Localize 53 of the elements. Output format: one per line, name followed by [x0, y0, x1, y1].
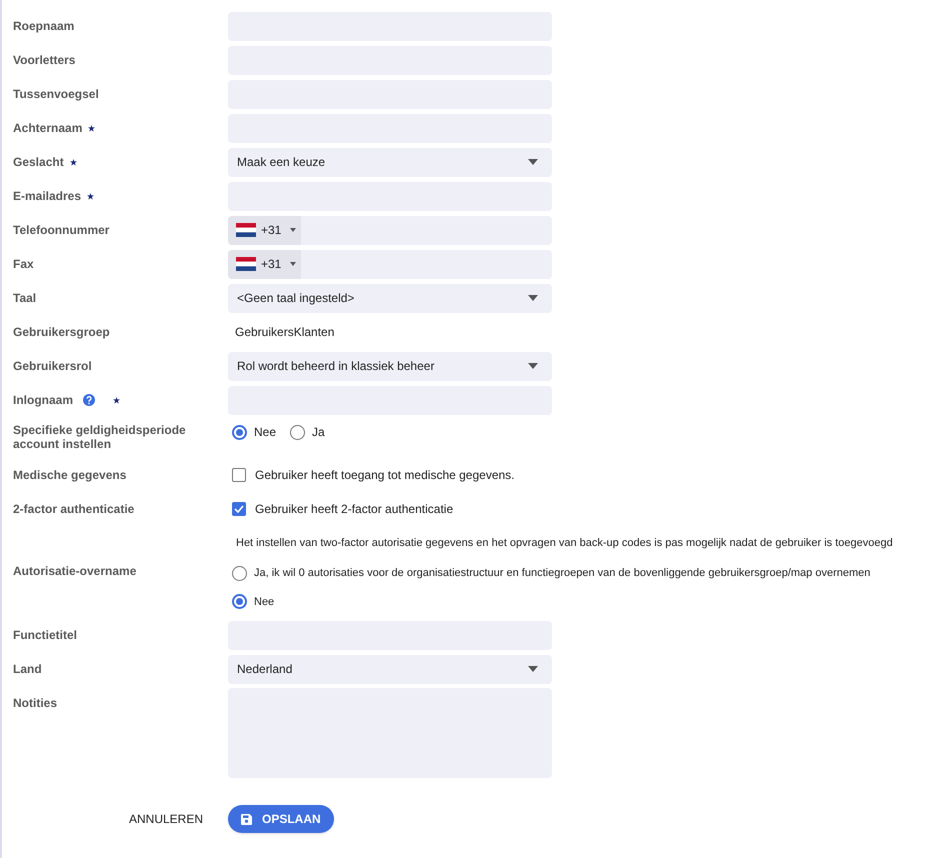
- radio-label: Nee: [254, 594, 274, 610]
- phone-field[interactable]: +31: [228, 216, 552, 244]
- caret-icon: [290, 228, 296, 232]
- field-label: Medische gegevens: [13, 468, 126, 482]
- save-button[interactable]: OPSLAAN: [228, 805, 334, 833]
- caret-icon: [528, 666, 538, 672]
- field-label: Voorletters: [13, 53, 76, 67]
- save-icon: [241, 814, 252, 824]
- help-icon[interactable]: [83, 394, 96, 406]
- field-label: Gebruikersrol: [13, 359, 92, 373]
- checkbox-label: Gebruiker heeft 2-factor authenticatie: [255, 501, 454, 518]
- field-label: Notities: [13, 696, 58, 710]
- select-field[interactable]: Maak een keuze: [228, 148, 552, 176]
- checkbox-label: Gebruiker heeft toegang tot medische gegevens.: [255, 467, 514, 484]
- select-field[interactable]: Nederland: [228, 654, 552, 684]
- checkbox[interactable]: [232, 502, 246, 516]
- field-label: Specifieke geldigheidsperiode account instellen: [13, 423, 187, 451]
- field-value: GebruikersKlanten: [234, 325, 334, 339]
- field-label: 2-factor authenticatie: [13, 502, 134, 516]
- field-label: Achternaam: [13, 121, 82, 135]
- field-label: E-mailadres: [13, 189, 82, 203]
- flag-icon: [236, 223, 256, 237]
- field-label: Geslacht: [13, 155, 64, 169]
- field-label: Gebruikersgroep: [13, 325, 110, 339]
- radio-label: Ja, ik wil 0 autorisaties voor de organisatiestructuur en functiegroepen van de bovenliggende gebruikersgroep/map overnemen: [254, 566, 870, 581]
- caret-icon: [528, 295, 538, 301]
- field-label: Tussenvoegsel: [13, 87, 99, 101]
- field-label: Autorisatie-overname: [13, 564, 136, 578]
- info-text: Het instellen van two-factor autorisatie gegevens en het opvragen van back-up codes is pas mogelijk nadat de gebruiker is toegevoegd: [235, 536, 893, 551]
- field-label: Roepnaam: [13, 19, 74, 33]
- field-label: Inlognaam: [13, 393, 74, 407]
- caret-icon: [528, 159, 538, 165]
- select-field[interactable]: Rol wordt beheerd in klassiek beheer: [228, 352, 552, 380]
- country-code-selector[interactable]: +31: [228, 250, 301, 278]
- caret-icon: [290, 262, 296, 266]
- radio-button[interactable]: [290, 424, 306, 440]
- country-code-selector[interactable]: +31: [228, 216, 301, 244]
- checkbox[interactable]: [232, 468, 246, 482]
- caret-icon: [528, 363, 538, 369]
- radio-label: Nee: [254, 424, 276, 441]
- field-label: Telefoonnummer: [13, 223, 110, 237]
- field-label: Functietitel: [13, 628, 78, 642]
- select-field[interactable]: <Geen taal ingesteld>: [228, 284, 552, 312]
- phone-field[interactable]: +31: [228, 250, 552, 278]
- flag-icon: [236, 257, 256, 271]
- radio-button[interactable]: [232, 594, 247, 610]
- radio-button[interactable]: [232, 424, 247, 440]
- field-label: Fax: [13, 257, 34, 271]
- radio-button[interactable]: [232, 566, 247, 581]
- radio-label: Ja: [312, 424, 325, 441]
- cancel-button[interactable]: ANNULEREN: [124, 810, 207, 828]
- field-label: Taal: [13, 291, 36, 305]
- field-label: Land: [13, 662, 42, 676]
